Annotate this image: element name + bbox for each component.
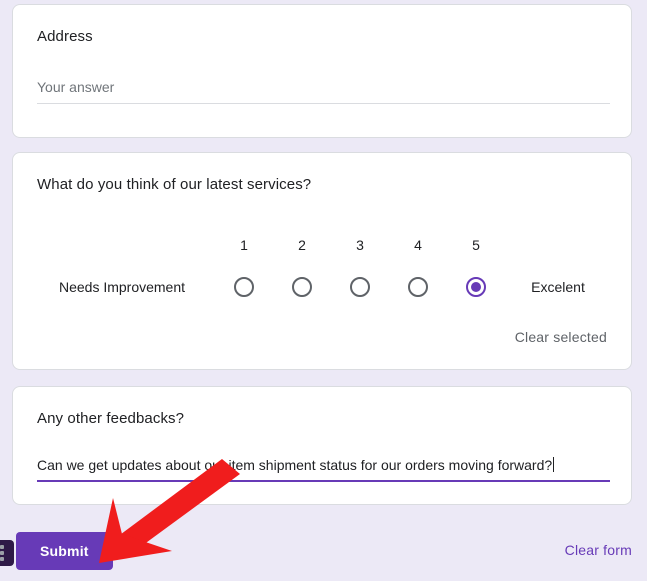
- scale-radio-cell-4[interactable]: [389, 277, 447, 297]
- scale-radio-cell-2[interactable]: [273, 277, 331, 297]
- scale-high-label: Excelent: [531, 279, 585, 295]
- clear-selected-button[interactable]: Clear selected: [515, 329, 607, 345]
- radio-option-5[interactable]: [466, 277, 486, 297]
- radio-option-1[interactable]: [234, 277, 254, 297]
- question-title-address: Address: [37, 28, 93, 45]
- form-footer: Submit Clear form: [12, 532, 632, 572]
- feedback-field-underline: [37, 480, 610, 482]
- address-field-underline: [37, 103, 610, 104]
- radio-option-3[interactable]: [350, 277, 370, 297]
- question-card-other-feedback: Any other feedbacks? Can we get updates …: [12, 386, 632, 505]
- scale-number-2: 2: [298, 237, 306, 253]
- scale-number-1: 1: [240, 237, 248, 253]
- question-card-services-rating: What do you think of our latest services…: [12, 152, 632, 370]
- scale-radio-cell-5[interactable]: [447, 277, 505, 297]
- question-title-other-feedback: Any other feedbacks?: [37, 410, 185, 427]
- feedback-answer-value: Can we get updates about our item shipme…: [37, 457, 553, 473]
- scale-number-5: 5: [472, 237, 480, 253]
- scale-low-label: Needs Improvement: [58, 279, 186, 295]
- scale-number-row: 1 2 3 4 5: [215, 237, 505, 253]
- scale-radio-group: [215, 277, 505, 297]
- submit-button[interactable]: Submit: [16, 532, 113, 570]
- scale-number-4: 4: [414, 237, 422, 253]
- question-card-address: Address Your answer: [12, 4, 632, 138]
- radio-option-4[interactable]: [408, 277, 428, 297]
- more-vert-icon[interactable]: [0, 540, 14, 566]
- scale-radio-cell-1[interactable]: [215, 277, 273, 297]
- address-answer-placeholder: Your answer: [37, 79, 115, 95]
- feedback-answer-value-wrap: Can we get updates about our item shipme…: [37, 455, 610, 480]
- feedback-answer-field[interactable]: Can we get updates about our item shipme…: [37, 455, 610, 482]
- scale-radio-row: Needs Improvement Excelent: [37, 277, 611, 297]
- address-answer-field[interactable]: Your answer: [37, 77, 610, 104]
- more-vert-dots: [0, 545, 4, 561]
- linear-scale-block: 1 2 3 4 5 Needs Improvement Excelent Cle…: [37, 207, 607, 357]
- text-caret: [553, 457, 555, 472]
- question-title-services-rating: What do you think of our latest services…: [37, 176, 312, 193]
- scale-number-3: 3: [356, 237, 364, 253]
- radio-option-2[interactable]: [292, 277, 312, 297]
- scale-radio-cell-3[interactable]: [331, 277, 389, 297]
- clear-form-button[interactable]: Clear form: [565, 542, 632, 558]
